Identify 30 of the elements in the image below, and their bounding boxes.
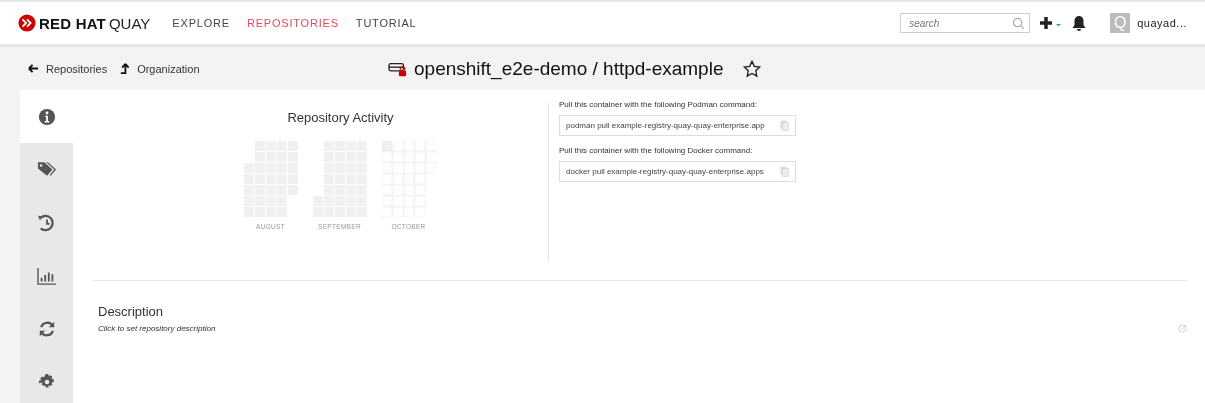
arrow-up-icon	[119, 63, 131, 74]
logo-icon	[18, 14, 36, 32]
tags-icon	[36, 161, 57, 178]
search-icon	[1012, 17, 1026, 30]
brand-product: QUAY	[108, 14, 151, 32]
search-field[interactable]: search	[900, 13, 1031, 33]
description-placeholder[interactable]: Click to set repository description	[98, 324, 216, 333]
arrow-left-icon	[28, 63, 39, 74]
nav-link[interactable]: TUTORIAL	[355, 17, 417, 29]
info-icon	[37, 107, 56, 126]
sidebar-tab[interactable]	[20, 90, 73, 143]
bar-chart-icon	[36, 266, 57, 285]
pull-command-label: Pull this container with the following Podman command:	[559, 100, 758, 109]
refresh-icon	[37, 319, 56, 338]
star-icon[interactable]	[743, 59, 762, 78]
plus-dropdown-icon[interactable]	[1040, 16, 1063, 30]
description-heading: Description	[98, 304, 165, 319]
bell-icon[interactable]	[1072, 15, 1087, 31]
pull-command-label: Pull this container with the following Docker command:	[559, 146, 754, 155]
pull-command-field[interactable]: podman pull example-registry-quay-quay-enterprise.app	[559, 115, 796, 136]
nav-link[interactable]: EXPLORE	[172, 17, 230, 29]
history-icon	[37, 213, 56, 232]
pull-command-field[interactable]: docker pull example-registry-quay-quay-enterprise.apps	[559, 161, 796, 182]
activity-title: Repository Activity	[287, 110, 394, 125]
repository-title: openshift_e2e-demo / httpd-example	[414, 57, 724, 80]
breadcrumb-link[interactable]: Repositories	[28, 62, 108, 75]
brand-name: RED HAT	[39, 14, 106, 32]
nav-link[interactable]: REPOSITORIES	[246, 17, 339, 29]
breadcrumb-link[interactable]: Organization	[119, 62, 200, 75]
username[interactable]: quayad...	[1137, 17, 1187, 29]
